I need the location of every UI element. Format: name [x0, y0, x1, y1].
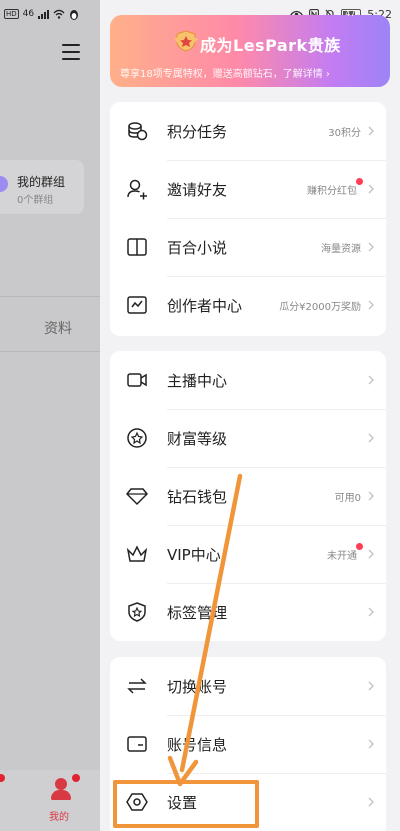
- menu-card-tasks: 积分任务 30积分 邀请好友 赚积分红包 百合小说 海量资源 创作者中心 瓜分¥…: [110, 102, 386, 336]
- menu-label: 邀请好友: [167, 181, 228, 199]
- side-drawer: 47 5:22 成为LesPark贵族 尊享18项专属特权，赠送高额钻石，了解详…: [100, 0, 400, 831]
- group-title: 我的群组: [17, 175, 66, 189]
- menu-item-vip-center[interactable]: VIP中心 未开通: [110, 525, 386, 583]
- mine-tab-icon[interactable]: [51, 778, 71, 800]
- group-avatar-icon: [0, 176, 8, 192]
- coins-icon: [128, 122, 148, 141]
- menu-label: VIP中心: [167, 546, 221, 564]
- divider: [0, 296, 100, 297]
- menu-label: 切换账号: [167, 678, 228, 696]
- chevron-right-icon: [368, 491, 374, 501]
- menu-item-creator-center[interactable]: 创作者中心 瓜分¥2000万奖励: [110, 276, 386, 334]
- vip-title: 成为LesPark贵族: [200, 36, 341, 55]
- menu-extra: 海量资源: [321, 244, 361, 255]
- menu-item-diamond-wallet[interactable]: 钻石钱包 可用0: [110, 467, 386, 525]
- book-icon: [127, 238, 147, 256]
- chevron-right-icon: [368, 433, 374, 443]
- menu-extra: 赚积分红包: [307, 186, 357, 197]
- tab-mine-label[interactable]: 我的: [49, 808, 69, 823]
- crown-icon: [126, 545, 148, 562]
- menu-item-switch-account[interactable]: 切换账号: [110, 657, 386, 715]
- wealth-level-icon: [127, 428, 147, 448]
- tag-shield-icon: [128, 602, 146, 622]
- penguin-icon: [70, 9, 79, 20]
- menu-label: 创作者中心: [167, 297, 243, 315]
- video-camera-icon: [127, 373, 147, 387]
- menu-item-invite-friends[interactable]: 邀请好友 赚积分红包: [110, 160, 386, 218]
- chevron-right-icon: [368, 375, 374, 385]
- annotation-highlight-box: [113, 780, 259, 828]
- notification-dot: [356, 543, 363, 550]
- my-groups-card[interactable]: 我的群组 0个群组: [0, 160, 84, 214]
- chevron-right-icon: [368, 242, 374, 252]
- menu-extra: 未开通: [327, 551, 357, 562]
- vip-banner[interactable]: 成为LesPark贵族 尊享18项专属特权，赠送高额钻石，了解详情 ›: [110, 15, 390, 87]
- menu-label: 积分任务: [167, 123, 228, 141]
- menu-label: 钻石钱包: [167, 488, 228, 506]
- chevron-right-icon: [368, 549, 374, 559]
- menu-label: 财富等级: [167, 430, 228, 448]
- chevron-right-icon: [368, 739, 374, 749]
- menu-item-points-task[interactable]: 积分任务 30积分: [110, 102, 386, 160]
- wifi-icon: [53, 9, 65, 19]
- menu-card-center: 主播中心 财富等级 钻石钱包 可用0 VIP中心 未开通 标签管理: [110, 351, 386, 641]
- menu-label: 标签管理: [167, 604, 228, 622]
- chevron-right-icon: [368, 607, 374, 617]
- divider: [0, 351, 100, 352]
- invite-friend-icon: [127, 179, 147, 200]
- menu-item-anchor-center[interactable]: 主播中心: [110, 351, 386, 409]
- background-page: HD 46 我的群组 0个群组 资料 我的: [0, 0, 100, 831]
- chevron-right-icon: [368, 681, 374, 691]
- menu-extra: 瓜分¥2000万奖励: [279, 302, 361, 313]
- hd-badge: HD: [4, 9, 19, 19]
- chevron-right-icon: [368, 126, 374, 136]
- creator-chart-icon: [127, 296, 147, 314]
- notification-dot: [72, 774, 80, 782]
- chevron-right-icon: [368, 300, 374, 310]
- hamburger-menu-icon[interactable]: [62, 44, 80, 65]
- menu-item-tag-management[interactable]: 标签管理: [110, 583, 386, 641]
- menu-label: 账号信息: [167, 736, 228, 754]
- status-bar-left: HD 46: [4, 6, 79, 22]
- signal-icon: [38, 9, 50, 19]
- menu-extra: 30积分: [328, 128, 361, 139]
- chevron-right-icon: [368, 184, 374, 194]
- card-icon: [127, 736, 147, 752]
- menu-item-wealth-level[interactable]: 财富等级: [110, 409, 386, 467]
- menu-label: 百合小说: [167, 239, 228, 257]
- menu-item-yuri-novel[interactable]: 百合小说 海量资源: [110, 218, 386, 276]
- network-type: 46: [22, 9, 35, 19]
- group-count: 0个群组: [17, 195, 54, 206]
- chevron-right-icon: [368, 797, 374, 807]
- switch-arrows-icon: [127, 678, 147, 694]
- vip-subtitle[interactable]: 尊享18项专属特权，赠送高额钻石，了解详情 ›: [120, 65, 330, 80]
- menu-extra: 可用0: [334, 493, 361, 504]
- noble-badge-icon: [174, 30, 198, 52]
- menu-item-account-info[interactable]: 账号信息: [110, 715, 386, 773]
- tab-profile[interactable]: 资料: [44, 318, 72, 338]
- menu-label: 主播中心: [167, 372, 228, 390]
- diamond-icon: [126, 488, 148, 506]
- notification-dot: [356, 178, 363, 185]
